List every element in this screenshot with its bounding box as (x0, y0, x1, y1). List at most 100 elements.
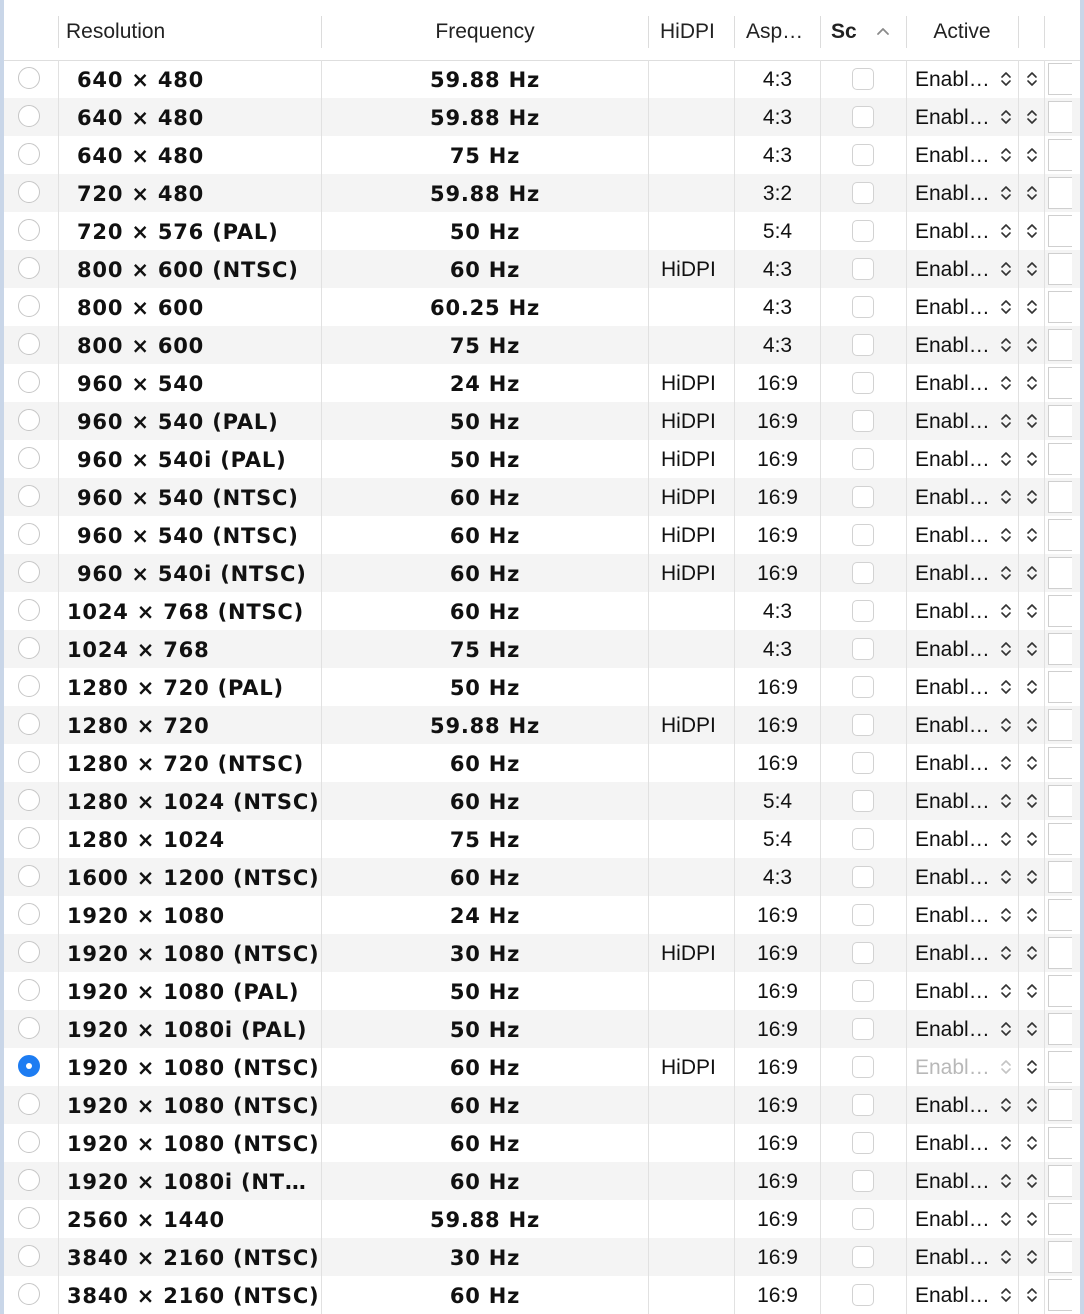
table-row[interactable]: 800 × 600 60.25 Hz 4:3 Enabl… (4, 288, 1080, 326)
truncated-column-field[interactable] (1048, 1279, 1072, 1311)
popup-chevron-updown-icon[interactable] (1000, 526, 1012, 544)
stepper-updown-icon[interactable] (1026, 868, 1038, 886)
scaled-checkbox[interactable] (852, 714, 874, 736)
popup-chevron-updown-icon[interactable] (1000, 70, 1012, 88)
row-select-radio[interactable] (18, 295, 40, 317)
stepper-updown-icon[interactable] (1026, 526, 1038, 544)
active-popup[interactable]: Enabl… (915, 744, 997, 782)
stepper-updown-icon[interactable] (1026, 1134, 1038, 1152)
truncated-column-field[interactable] (1048, 101, 1072, 133)
active-popup[interactable]: Enabl… (915, 820, 997, 858)
stepper-updown-icon[interactable] (1026, 70, 1038, 88)
row-select-radio[interactable] (18, 827, 40, 849)
active-popup[interactable]: Enabl… (915, 326, 997, 364)
truncated-column-field[interactable] (1048, 899, 1072, 931)
stepper-updown-icon[interactable] (1026, 602, 1038, 620)
column-header-aspect[interactable]: Asp… (746, 0, 820, 60)
table-row[interactable]: 960 × 540 (NTSC) 60 Hz HiDPI 16:9 Enabl… (4, 516, 1080, 554)
stepper-updown-icon[interactable] (1026, 906, 1038, 924)
truncated-column-field[interactable] (1048, 1089, 1072, 1121)
scaled-checkbox[interactable] (852, 1170, 874, 1192)
scaled-checkbox[interactable] (852, 144, 874, 166)
truncated-column-field[interactable] (1048, 1127, 1072, 1159)
active-popup[interactable]: Enabl… (915, 250, 997, 288)
stepper-updown-icon[interactable] (1026, 146, 1038, 164)
truncated-column-field[interactable] (1048, 519, 1072, 551)
table-row[interactable]: 720 × 576 (PAL) 50 Hz 5:4 Enabl… (4, 212, 1080, 250)
active-popup[interactable]: Enabl… (915, 1010, 997, 1048)
popup-chevron-updown-icon[interactable] (1000, 564, 1012, 582)
row-select-radio[interactable] (18, 181, 40, 203)
row-select-radio[interactable] (18, 485, 40, 507)
scaled-checkbox[interactable] (852, 866, 874, 888)
popup-chevron-updown-icon[interactable] (1000, 450, 1012, 468)
table-row[interactable]: 800 × 600 (NTSC) 60 Hz HiDPI 4:3 Enabl… (4, 250, 1080, 288)
popup-chevron-updown-icon[interactable] (1000, 982, 1012, 1000)
popup-chevron-updown-icon[interactable] (1000, 184, 1012, 202)
scaled-checkbox[interactable] (852, 448, 874, 470)
row-select-radio[interactable] (18, 979, 40, 1001)
active-popup[interactable]: Enabl… (915, 1276, 997, 1314)
popup-chevron-updown-icon[interactable] (1000, 108, 1012, 126)
scaled-checkbox[interactable] (852, 182, 874, 204)
scaled-checkbox[interactable] (852, 1284, 874, 1306)
popup-chevron-updown-icon[interactable] (1000, 1210, 1012, 1228)
scaled-checkbox[interactable] (852, 68, 874, 90)
scaled-checkbox[interactable] (852, 1094, 874, 1116)
truncated-column-field[interactable] (1048, 329, 1072, 361)
popup-chevron-updown-icon[interactable] (1000, 298, 1012, 316)
active-popup[interactable]: Enabl… (915, 592, 997, 630)
row-select-radio[interactable] (18, 1131, 40, 1153)
table-row[interactable]: 800 × 600 75 Hz 4:3 Enabl… (4, 326, 1080, 364)
table-row[interactable]: 960 × 540 (PAL) 50 Hz HiDPI 16:9 Enabl… (4, 402, 1080, 440)
stepper-updown-icon[interactable] (1026, 222, 1038, 240)
active-popup[interactable]: Enabl… (915, 972, 997, 1010)
popup-chevron-updown-icon[interactable] (1000, 222, 1012, 240)
active-popup[interactable]: Enabl… (915, 1238, 997, 1276)
row-select-radio[interactable] (18, 143, 40, 165)
popup-chevron-updown-icon[interactable] (1000, 830, 1012, 848)
scaled-checkbox[interactable] (852, 334, 874, 356)
table-row[interactable]: 1280 × 720 (NTSC) 60 Hz 16:9 Enabl… (4, 744, 1080, 782)
table-row[interactable]: 960 × 540 24 Hz HiDPI 16:9 Enabl… (4, 364, 1080, 402)
table-row[interactable]: 1024 × 768 75 Hz 4:3 Enabl… (4, 630, 1080, 668)
row-select-radio[interactable] (18, 257, 40, 279)
table-row[interactable]: 1280 × 1024 (NTSC) 60 Hz 5:4 Enabl… (4, 782, 1080, 820)
column-header-frequency[interactable]: Frequency (322, 0, 648, 60)
table-row[interactable]: 960 × 540i (NTSC) 60 Hz HiDPI 16:9 Enabl… (4, 554, 1080, 592)
active-popup[interactable]: Enabl… (915, 174, 997, 212)
table-row[interactable]: 640 × 480 59.88 Hz 4:3 Enabl… (4, 98, 1080, 136)
popup-chevron-updown-icon[interactable] (1000, 754, 1012, 772)
truncated-column-field[interactable] (1048, 1013, 1072, 1045)
stepper-updown-icon[interactable] (1026, 678, 1038, 696)
truncated-column-field[interactable] (1048, 709, 1072, 741)
truncated-column-field[interactable] (1048, 443, 1072, 475)
table-row[interactable]: 1600 × 1200 (NTSC) 60 Hz 4:3 Enabl… (4, 858, 1080, 896)
active-popup[interactable]: Enabl… (915, 554, 997, 592)
row-select-radio[interactable] (18, 333, 40, 355)
active-popup[interactable]: Enabl… (915, 1086, 997, 1124)
truncated-column-field[interactable] (1048, 595, 1072, 627)
popup-chevron-updown-icon[interactable] (1000, 260, 1012, 278)
popup-chevron-updown-icon[interactable] (1000, 412, 1012, 430)
active-popup[interactable]: Enabl… (915, 1124, 997, 1162)
active-popup[interactable]: Enabl… (915, 440, 997, 478)
popup-chevron-updown-icon[interactable] (1000, 146, 1012, 164)
stepper-updown-icon[interactable] (1026, 298, 1038, 316)
row-select-radio[interactable] (18, 675, 40, 697)
row-select-radio[interactable] (18, 1245, 40, 1267)
popup-chevron-updown-icon[interactable] (1000, 1286, 1012, 1304)
scaled-checkbox[interactable] (852, 1208, 874, 1230)
stepper-updown-icon[interactable] (1026, 1058, 1038, 1076)
scaled-checkbox[interactable] (852, 638, 874, 660)
column-header-active[interactable]: Active (907, 0, 1017, 60)
row-select-radio[interactable] (18, 523, 40, 545)
truncated-column-field[interactable] (1048, 177, 1072, 209)
active-popup[interactable]: Enabl… (915, 60, 997, 98)
truncated-column-field[interactable] (1048, 823, 1072, 855)
stepper-updown-icon[interactable] (1026, 1286, 1038, 1304)
active-popup[interactable]: Enabl… (915, 1048, 997, 1086)
scaled-checkbox[interactable] (852, 676, 874, 698)
truncated-column-field[interactable] (1048, 63, 1072, 95)
active-popup[interactable]: Enabl… (915, 136, 997, 174)
